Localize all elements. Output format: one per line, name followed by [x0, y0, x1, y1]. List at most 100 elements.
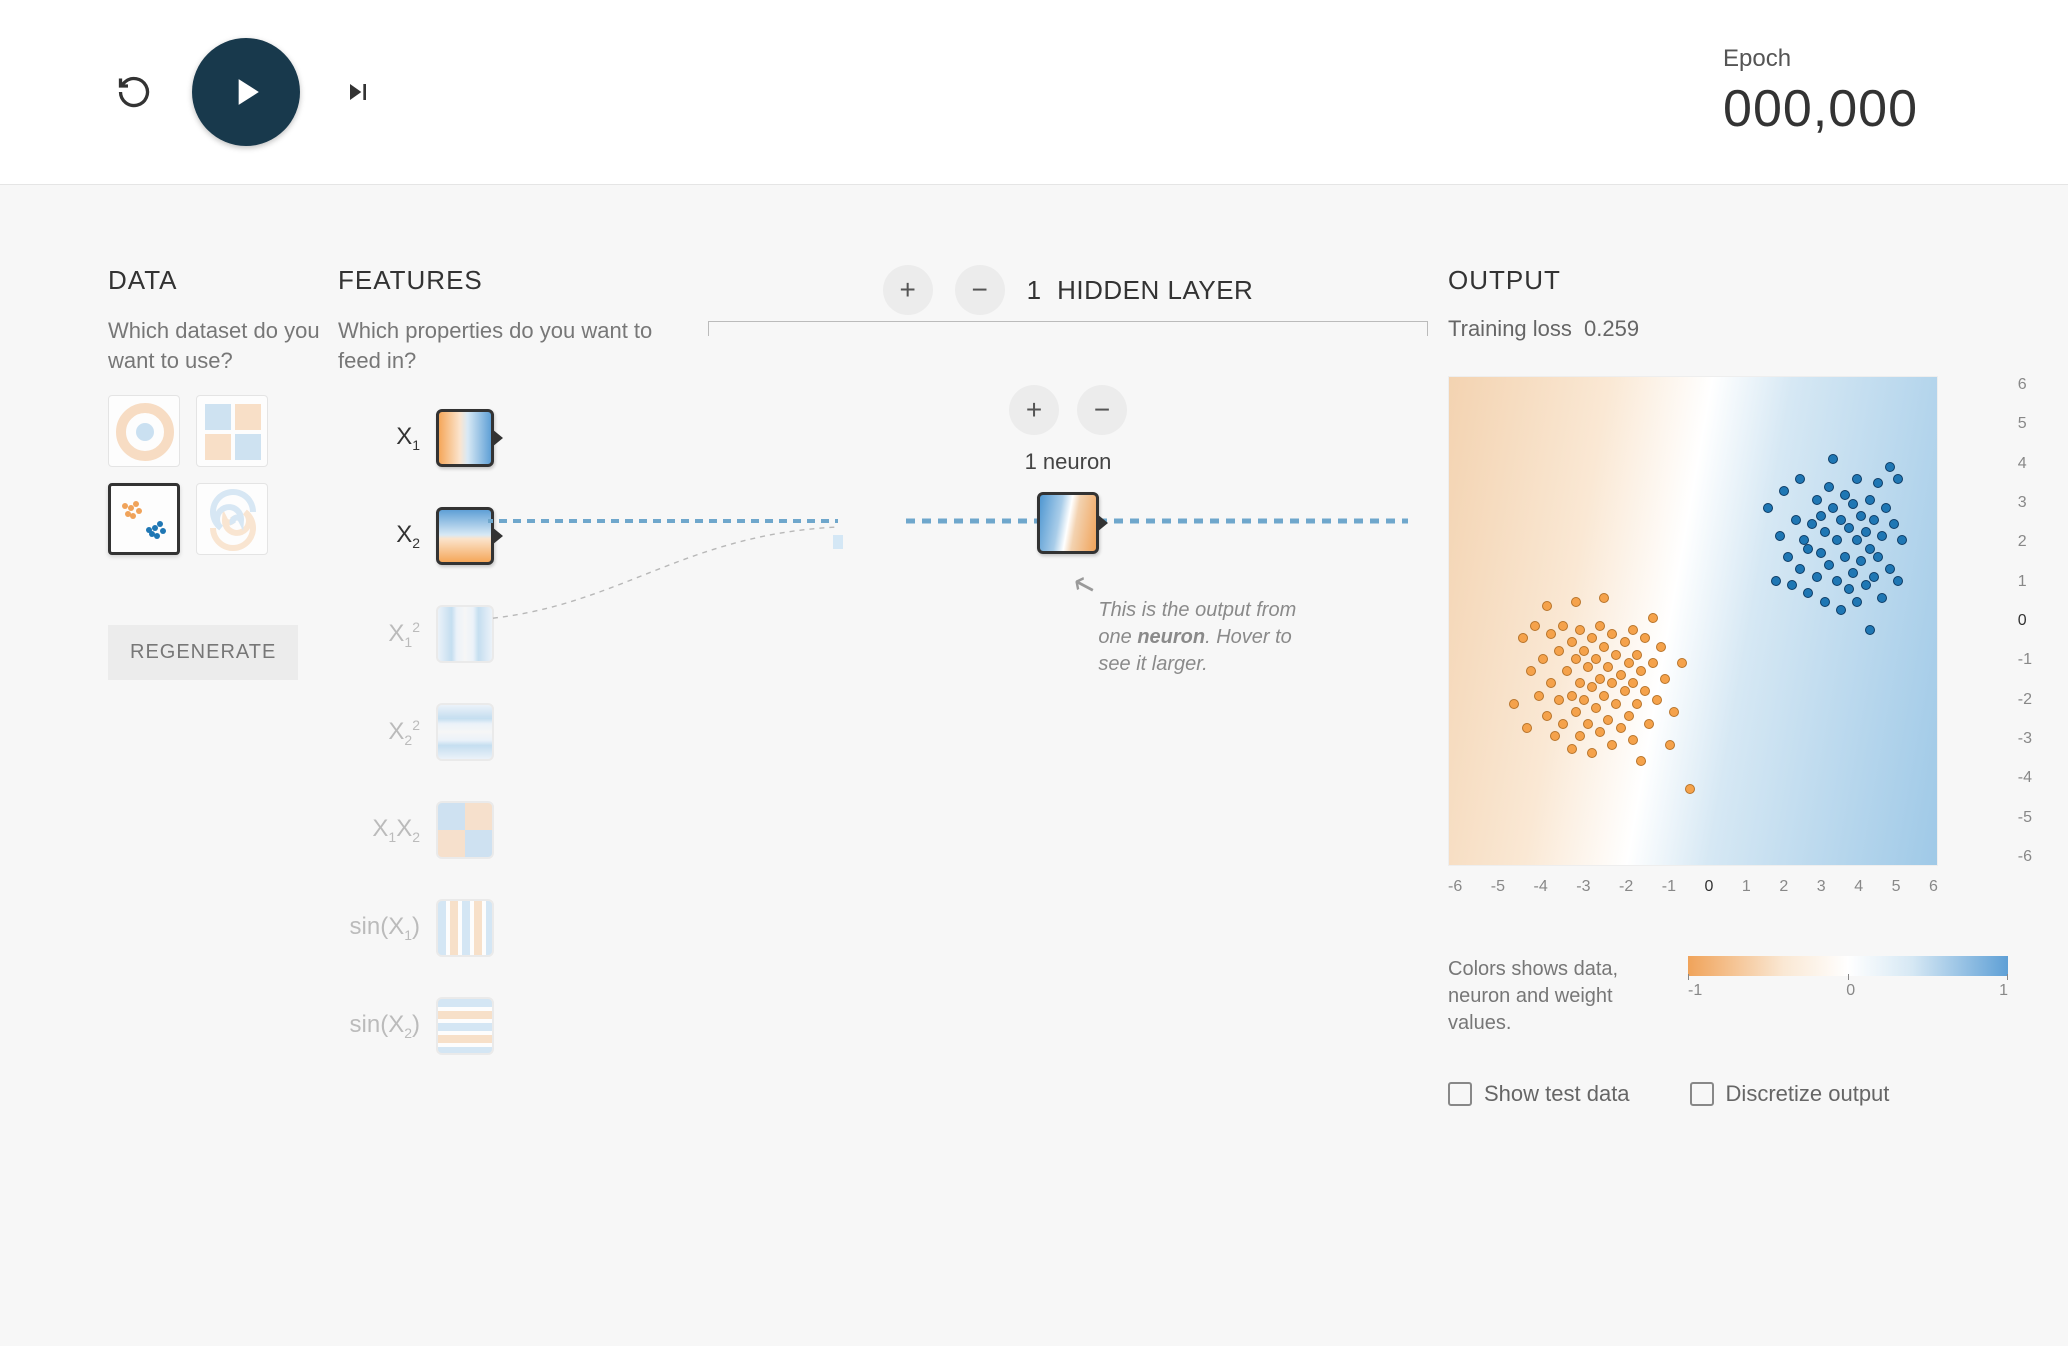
data-point — [1554, 695, 1564, 705]
feature-row-x1sq: X12 — [338, 605, 688, 663]
y-tick: -6 — [2018, 848, 2032, 866]
epoch-value: 000,000 — [1723, 79, 1918, 139]
neuron-count-label: 1 neuron — [688, 449, 1448, 475]
feature-row-sinx1: sin(X1) — [338, 899, 688, 957]
data-point — [1542, 601, 1552, 611]
minus-icon: − — [1094, 394, 1110, 426]
y-tick: -3 — [2018, 730, 2032, 748]
skip-next-icon — [342, 76, 374, 108]
output-options: Show test data Discretize output — [1448, 1081, 2008, 1107]
reset-button[interactable] — [110, 68, 158, 116]
plus-icon: + — [1026, 394, 1042, 426]
data-point — [1603, 715, 1613, 725]
remove-layer-button[interactable]: − — [955, 265, 1005, 315]
dataset-xor[interactable] — [196, 395, 268, 467]
feature-node-x1sq[interactable] — [436, 605, 494, 663]
data-point — [1599, 593, 1609, 603]
data-point — [1660, 674, 1670, 684]
data-point — [1624, 711, 1634, 721]
x-tick: -3 — [1576, 878, 1590, 896]
output-scatter-plot[interactable] — [1448, 376, 1938, 866]
data-point — [1595, 674, 1605, 684]
output-column: OUTPUT Training loss 0.259 6543210-1-2-3… — [1448, 265, 2008, 1107]
plus-icon: + — [899, 274, 915, 306]
data-point — [1542, 711, 1552, 721]
output-plot-wrap: 6543210-1-2-3-4-5-6 -6-5-4-3-2-10123456 — [1448, 376, 1988, 866]
data-point — [1787, 580, 1797, 590]
layer-count-number: 1 — [1027, 275, 1042, 305]
feature-label-x2sq: X22 — [338, 717, 420, 748]
dataset-circle[interactable] — [108, 395, 180, 467]
y-axis-ticks: 6543210-1-2-3-4-5-6 — [2018, 376, 2032, 866]
colorbar-gradient — [1688, 956, 2008, 976]
x-axis-ticks: -6-5-4-3-2-10123456 — [1448, 878, 1938, 896]
data-point — [1652, 695, 1662, 705]
feature-node-x2sq[interactable] — [436, 703, 494, 761]
layer-count-label: HIDDEN LAYER — [1057, 275, 1253, 305]
x-tick: 5 — [1892, 878, 1901, 896]
data-point — [1852, 597, 1862, 607]
x-tick: -1 — [1662, 878, 1676, 896]
data-point — [1591, 654, 1601, 664]
y-tick: 6 — [2018, 376, 2032, 394]
data-point — [1546, 678, 1556, 688]
data-point — [1803, 544, 1813, 554]
epoch-label: Epoch — [1723, 45, 1918, 73]
feature-node-x1x2[interactable] — [436, 801, 494, 859]
feature-node-sinx2[interactable] — [436, 997, 494, 1055]
add-neuron-button[interactable]: + — [1009, 385, 1059, 435]
dataset-grid — [108, 395, 338, 555]
add-layer-button[interactable]: + — [883, 265, 933, 315]
neuron-controls: + − — [688, 385, 1448, 435]
dataset-xor-icon — [197, 396, 268, 467]
step-button[interactable] — [334, 68, 382, 116]
training-loss-value: 0.259 — [1584, 316, 1639, 341]
dataset-gauss[interactable] — [108, 483, 180, 555]
play-controls — [110, 38, 382, 146]
data-point — [1865, 544, 1875, 554]
colorbar-tick: -1 — [1688, 982, 1702, 1000]
data-point — [1795, 474, 1805, 484]
data-point — [1848, 568, 1858, 578]
feature-row-x2sq: X22 — [338, 703, 688, 761]
data-point — [1636, 756, 1646, 766]
data-point — [1587, 748, 1597, 758]
data-point — [1816, 511, 1826, 521]
data-point — [1620, 686, 1630, 696]
data-point — [1571, 654, 1581, 664]
feature-node-sinx1[interactable] — [436, 899, 494, 957]
x-tick: -2 — [1619, 878, 1633, 896]
show-test-data-checkbox[interactable]: Show test data — [1448, 1081, 1630, 1107]
regenerate-button[interactable]: REGENERATE — [108, 625, 298, 680]
data-subtitle: Which dataset do you want to use? — [108, 316, 338, 375]
feature-row-x1: X1 — [338, 409, 688, 467]
data-point — [1824, 560, 1834, 570]
data-point — [1538, 654, 1548, 664]
data-point — [1575, 731, 1585, 741]
dataset-circle-icon — [109, 396, 180, 467]
feature-node-x1[interactable] — [436, 409, 494, 467]
dataset-spiral[interactable] — [196, 483, 268, 555]
callout-arrow-icon: ↖ — [1063, 564, 1103, 611]
data-point — [1530, 621, 1540, 631]
y-zero-tick — [1937, 621, 1938, 622]
feature-node-x2[interactable] — [436, 507, 494, 565]
play-icon — [224, 70, 268, 114]
data-point — [1889, 519, 1899, 529]
hidden-neuron-node[interactable] — [1037, 492, 1099, 554]
data-point — [1877, 593, 1887, 603]
data-point — [1779, 486, 1789, 496]
data-point — [1803, 588, 1813, 598]
output-title: OUTPUT — [1448, 265, 2008, 296]
data-point — [1640, 686, 1650, 696]
play-button[interactable] — [192, 38, 300, 146]
colorbar-caption: Colors shows data, neuron and weight val… — [1448, 956, 1658, 1037]
data-point — [1509, 699, 1519, 709]
remove-neuron-button[interactable]: − — [1077, 385, 1127, 435]
data-point — [1852, 474, 1862, 484]
layer-bracket — [708, 321, 1428, 335]
data-point — [1836, 515, 1846, 525]
data-point — [1587, 682, 1597, 692]
discretize-output-checkbox[interactable]: Discretize output — [1690, 1081, 1890, 1107]
data-point — [1824, 482, 1834, 492]
